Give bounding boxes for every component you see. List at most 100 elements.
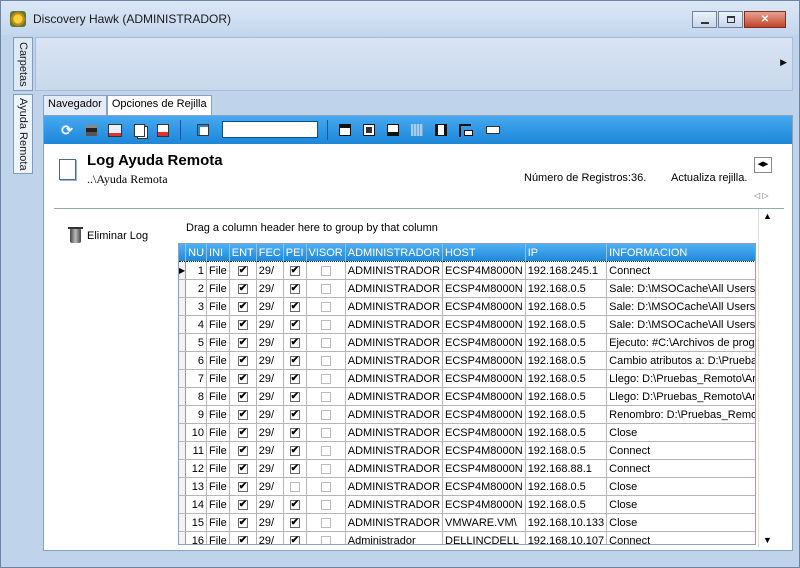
checkbox-cell[interactable]: ✔ [283,351,307,370]
checkbox[interactable]: ✔ [237,373,248,384]
column-header[interactable]: ADMINISTRADOR [345,244,444,262]
save-icon[interactable] [82,121,100,139]
export-icon[interactable] [106,121,124,139]
cell-host[interactable]: ECSP4M8000N [442,351,526,370]
cell-admin[interactable]: ADMINISTRADOR [345,405,444,424]
cell-fec[interactable]: 29/ [256,297,284,316]
cell-nu[interactable]: 12 [185,459,208,478]
checkbox-cell[interactable] [306,279,346,298]
cell-admin[interactable]: ADMINISTRADOR [345,459,444,478]
cell-nu[interactable]: 15 [185,513,208,532]
row-selector[interactable] [179,531,187,544]
cell-host[interactable]: ECSP4M8000N [442,333,526,352]
checkbox-cell[interactable]: ✔ [229,369,257,388]
checkbox-cell[interactable] [306,405,346,424]
checkbox[interactable]: ✔ [289,463,300,474]
checkbox-cell[interactable]: ✔ [229,405,257,424]
cell-info[interactable]: Llego: D:\Pruebas_Remoto\Archivo de p [606,387,755,406]
maximize-button[interactable] [718,11,743,28]
checkbox-cell[interactable]: ✔ [283,387,307,406]
row-selector[interactable] [179,297,187,316]
cell-host[interactable]: ECSP4M8000N [442,387,526,406]
checkbox-cell[interactable]: ✔ [283,261,307,280]
column-header[interactable]: HOST [442,244,526,262]
cell-info[interactable]: Ejecuto: #C:\Archivos de programa\LEV [606,333,755,352]
cell-ini[interactable]: File [206,405,230,424]
cell-info[interactable]: Sale: D:\MSOCache\All Users\{9012000 [606,297,755,316]
cell-admin[interactable]: ADMINISTRADOR [345,495,444,514]
checkbox[interactable]: ✔ [289,319,300,330]
column-header[interactable]: INI [206,244,230,262]
cell-fec[interactable]: 29/ [256,387,284,406]
cell-ip[interactable]: 192.168.0.5 [525,405,608,424]
cell-admin[interactable]: ADMINISTRADOR [345,513,444,532]
checkbox-cell[interactable]: ✔ [229,315,257,334]
cell-nu[interactable]: 4 [185,315,208,334]
cell-host[interactable]: ECSP4M8000N [442,423,526,442]
checkbox[interactable] [320,319,331,330]
checkbox[interactable]: ✔ [237,283,248,294]
cell-admin[interactable]: ADMINISTRADOR [345,423,444,442]
row-selector[interactable] [179,495,187,514]
checkbox[interactable]: ✔ [289,337,300,348]
checkbox-cell[interactable] [306,459,346,478]
tree-view-icon[interactable] [456,121,474,139]
cell-info[interactable]: Connect [606,441,755,460]
cell-ini[interactable]: File [206,441,230,460]
cell-ip[interactable]: 192.168.0.5 [525,279,608,298]
checkbox-cell[interactable] [306,297,346,316]
cell-ini[interactable]: File [206,297,230,316]
cell-host[interactable]: ECSP4M8000N [442,405,526,424]
checkbox[interactable]: ✔ [237,409,248,420]
checkbox[interactable]: ✔ [237,301,248,312]
cell-nu[interactable]: 9 [185,405,208,424]
checkbox[interactable]: ✔ [289,409,300,420]
checkbox-cell[interactable]: ✔ [229,495,257,514]
column-header[interactable]: INFORMACION [606,244,755,262]
dock-tab-ayuda-remota[interactable]: Ayuda Remota [13,94,33,174]
footer-layout-icon[interactable] [384,121,402,139]
cell-ip[interactable]: 192.168.88.1 [525,459,608,478]
cell-fec[interactable]: 29/ [256,261,284,280]
checkbox-cell[interactable] [306,513,346,532]
cell-nu[interactable]: 1 [185,261,208,280]
cell-nu[interactable]: 14 [185,495,208,514]
cell-info[interactable]: Llego: D:\Pruebas_Remoto\Archivo de p [606,369,755,388]
checkbox[interactable] [320,265,331,276]
row-selector[interactable] [179,423,187,442]
checkbox-cell[interactable] [306,315,346,334]
column-header[interactable]: ENT [229,244,257,262]
tab-opciones-de-rejilla[interactable]: Opciones de Rejilla [106,95,212,116]
cell-admin[interactable]: ADMINISTRADOR [345,315,444,334]
cell-info[interactable]: Connect [606,261,755,280]
cell-info[interactable]: Close [606,477,755,496]
cell-nu[interactable]: 13 [185,477,208,496]
cell-host[interactable]: ECSP4M8000N [442,441,526,460]
cell-host[interactable]: ECSP4M8000N [442,315,526,334]
checkbox-cell[interactable]: ✔ [229,441,257,460]
checkbox-cell[interactable]: ✔ [283,459,307,478]
cell-info[interactable]: Close [606,495,755,514]
checkbox-cell[interactable] [306,387,346,406]
checkbox-cell[interactable] [306,477,346,496]
row-selector[interactable] [179,441,187,460]
checkbox-cell[interactable] [306,441,346,460]
cell-fec[interactable]: 29/ [256,477,284,496]
table-row[interactable]: 4 File ✔ 29/ ✔ ADMINISTRADOR ECSP4M8000N 192.16… [179,315,755,334]
cell-nu[interactable]: 3 [185,297,208,316]
cell-nu[interactable]: 2 [185,279,208,298]
cell-fec[interactable]: 29/ [256,333,284,352]
checkbox[interactable] [320,391,331,402]
checkbox-cell[interactable] [306,351,346,370]
checkbox[interactable]: ✔ [289,355,300,366]
paste-icon[interactable] [154,121,172,139]
checkbox-cell[interactable]: ✔ [283,369,307,388]
cell-ip[interactable]: 192.168.0.5 [525,369,608,388]
close-button[interactable]: ✕ [744,11,786,28]
cell-admin[interactable]: Administrador [345,531,444,544]
dock-tab-carpetas[interactable]: Carpetas [13,37,33,91]
cell-info[interactable]: Close [606,423,755,442]
checkbox[interactable]: ✔ [237,265,248,276]
table-row[interactable]: 11 File ✔ 29/ ✔ ADMINISTRADOR ECSP4M8000N 192.1… [179,441,755,460]
checkbox[interactable] [320,517,331,528]
